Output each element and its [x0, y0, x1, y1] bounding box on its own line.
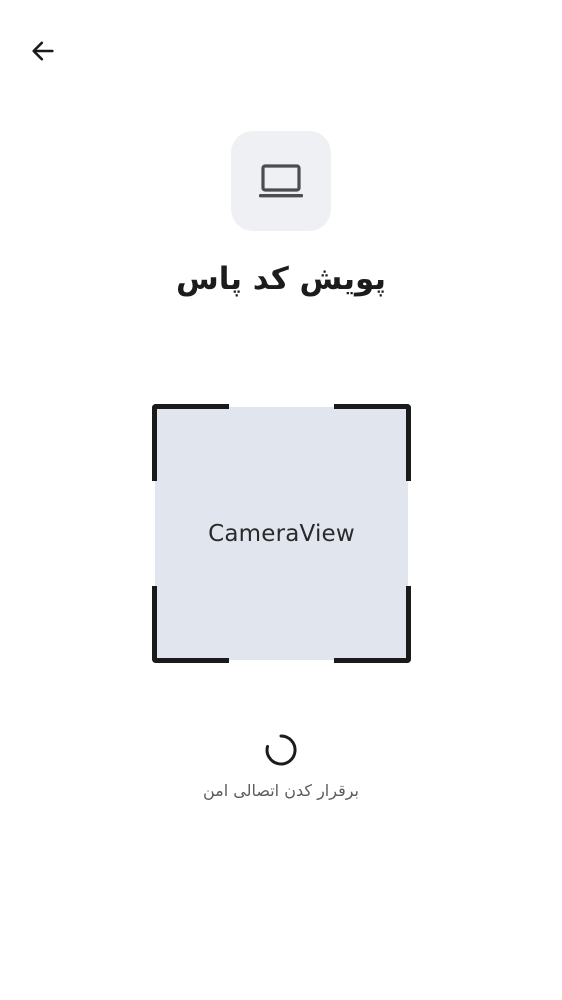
loading-spinner-icon: [265, 734, 297, 766]
scanner-corner-bottom-right: [334, 586, 411, 663]
laptop-icon: [259, 164, 303, 198]
page-title: پویش کد پاس: [175, 261, 387, 297]
back-button[interactable]: [22, 30, 64, 72]
qr-scanner: CameraView: [152, 404, 411, 663]
arrow-left-icon: [32, 41, 54, 61]
status-message: برقرار کدن اتصالی امن: [202, 781, 359, 800]
device-icon-tile: [231, 131, 331, 231]
scanner-corner-top-right: [334, 404, 411, 481]
scanner-corner-top-left: [152, 404, 229, 481]
scanner-corner-bottom-left: [152, 586, 229, 663]
